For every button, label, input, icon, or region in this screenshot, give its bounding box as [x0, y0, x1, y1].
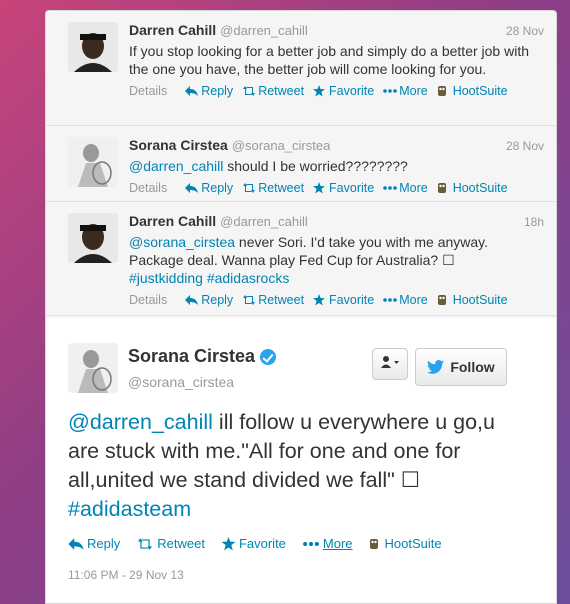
hootsuite-button[interactable]: HootSuite	[369, 536, 442, 551]
retweet-button[interactable]: Retweet	[242, 293, 304, 307]
reply-icon	[68, 537, 84, 551]
retweet-button[interactable]: Retweet	[242, 84, 304, 98]
tweet-time[interactable]: 28 Nov	[506, 137, 544, 155]
details-link[interactable]: Details	[129, 293, 167, 307]
tweet-time[interactable]: 28 Nov	[506, 22, 544, 40]
tweet-text: @sorana_cirstea never Sori. I'd take you…	[129, 234, 489, 286]
hootsuite-button[interactable]: HootSuite	[437, 181, 508, 195]
owl-icon	[437, 85, 450, 97]
avatar[interactable]	[68, 137, 118, 187]
tweet-text: @darren_cahill ill follow u everywhere u…	[68, 410, 495, 521]
owl-icon	[437, 182, 450, 194]
user-handle[interactable]: @sorana_cirstea	[232, 137, 330, 155]
user-name[interactable]: Darren Cahill	[129, 21, 216, 39]
hootsuite-button[interactable]: HootSuite	[437, 293, 508, 307]
more-icon	[383, 182, 398, 194]
mention-link[interactable]: @sorana_cirstea	[129, 234, 235, 250]
tweet-text: @darren_cahill should I be worried??????…	[129, 158, 408, 174]
retweet-button[interactable]: Retweet	[136, 536, 205, 551]
favorite-button[interactable]: Favorite	[313, 293, 374, 307]
tweet-time[interactable]: 18h	[524, 213, 544, 231]
retweet-icon	[136, 537, 154, 551]
favorite-button[interactable]: Favorite	[221, 536, 286, 551]
details-link[interactable]: Details	[129, 84, 167, 98]
avatar[interactable]	[68, 213, 118, 263]
tweet[interactable]: Darren Cahill @darren_cahill 18h @sorana…	[46, 202, 556, 316]
tweet-actions: Details Reply Retweet Favorite More Hoot…	[129, 181, 544, 195]
user-handle[interactable]: @darren_cahill	[220, 22, 308, 40]
tweet-actions: Details Reply Retweet Favorite More Hoot…	[129, 293, 544, 307]
user-name[interactable]: Sorana Cirstea	[129, 136, 228, 154]
retweet-icon	[242, 85, 256, 97]
tweet-timestamp[interactable]: 11:06 PM - 29 Nov 13	[68, 568, 184, 582]
mention-link[interactable]: @darren_cahill	[129, 158, 223, 174]
follow-button[interactable]: Follow	[415, 348, 507, 386]
reply-icon	[185, 85, 199, 97]
reply-button[interactable]: Reply	[68, 536, 120, 551]
star-icon	[313, 294, 326, 306]
more-icon	[383, 85, 398, 97]
tweet-actions: Reply Retweet Favorite More HootSuite	[68, 536, 458, 551]
reply-icon	[185, 182, 199, 194]
focused-tweet: Sorana Cirstea @sorana_cirstea Follow @d…	[46, 318, 556, 603]
user-dropdown-icon	[380, 355, 400, 374]
more-icon	[383, 294, 398, 306]
tweet-thread: Darren Cahill @darren_cahill 28 Nov If y…	[45, 10, 557, 604]
twitter-bird-icon	[427, 360, 445, 374]
tweet-actions: Details Reply Retweet Favorite More Hoot…	[129, 84, 544, 98]
owl-icon	[369, 538, 382, 550]
star-icon	[221, 536, 236, 551]
mention-link[interactable]: @darren_cahill	[68, 410, 213, 434]
tweet[interactable]: Darren Cahill @darren_cahill 28 Nov If y…	[46, 11, 556, 126]
user-handle[interactable]: @darren_cahill	[220, 213, 308, 231]
star-icon	[313, 85, 326, 97]
star-icon	[313, 182, 326, 194]
verified-badge-icon	[260, 348, 277, 365]
avatar[interactable]	[68, 343, 118, 393]
avatar[interactable]	[68, 22, 118, 72]
retweet-icon	[242, 294, 256, 306]
more-button[interactable]: More	[383, 84, 428, 98]
more-button[interactable]: More	[302, 536, 353, 551]
retweet-button[interactable]: Retweet	[242, 181, 304, 195]
tweet[interactable]: Sorana Cirstea @sorana_cirstea 28 Nov @d…	[46, 126, 556, 202]
favorite-button[interactable]: Favorite	[313, 181, 374, 195]
tweet-text: If you stop looking for a better job and…	[129, 43, 530, 77]
details-link[interactable]: Details	[129, 181, 167, 195]
reply-icon	[185, 294, 199, 306]
reply-button[interactable]: Reply	[185, 181, 233, 195]
favorite-button[interactable]: Favorite	[313, 84, 374, 98]
user-name[interactable]: Sorana Cirstea	[128, 346, 277, 367]
more-icon	[302, 537, 320, 551]
user-actions-button[interactable]	[372, 348, 408, 380]
user-handle[interactable]: @sorana_cirstea	[128, 374, 234, 390]
user-name[interactable]: Darren Cahill	[129, 212, 216, 230]
reply-button[interactable]: Reply	[185, 84, 233, 98]
owl-icon	[437, 294, 450, 306]
reply-button[interactable]: Reply	[185, 293, 233, 307]
retweet-icon	[242, 182, 256, 194]
hashtag-link[interactable]: #adidasteam	[68, 497, 191, 521]
more-button[interactable]: More	[383, 293, 428, 307]
hashtag-links[interactable]: #justkidding #adidasrocks	[129, 270, 289, 286]
more-button[interactable]: More	[383, 181, 428, 195]
hootsuite-button[interactable]: HootSuite	[437, 84, 508, 98]
